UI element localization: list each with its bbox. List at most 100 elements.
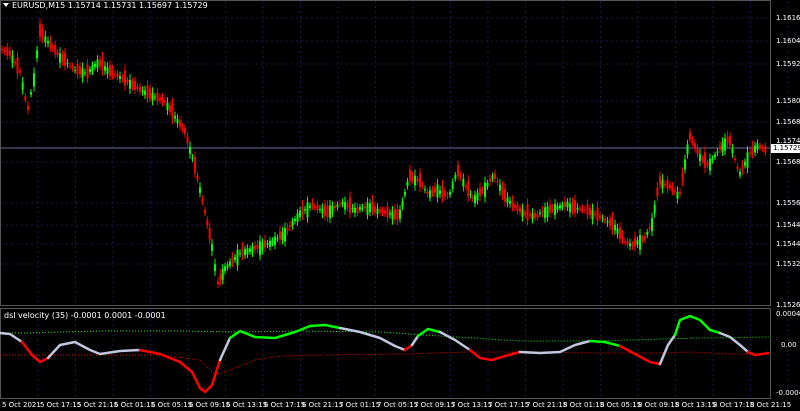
candle-body (386, 206, 389, 218)
candle-body (161, 96, 164, 103)
candle-body (76, 63, 79, 75)
time-axis-label: 6 Oct 09:15 (189, 401, 231, 409)
indicator-line-segment (658, 333, 677, 366)
time-axis-label: 7 Oct 13:15 (451, 401, 493, 409)
candle-body (684, 159, 686, 170)
candle-body (149, 88, 151, 99)
indicator-panel-frame (0, 308, 771, 399)
candle-body (434, 187, 436, 193)
candle-body (84, 72, 86, 74)
candle-body (1, 48, 3, 51)
candle-body (94, 63, 96, 68)
candle-body (621, 234, 624, 241)
candle-body (184, 128, 186, 135)
candle-body (524, 212, 526, 215)
candle-body (409, 169, 411, 182)
candle-body (56, 52, 59, 55)
candle-body (329, 205, 331, 218)
candle-body (47, 40, 49, 44)
time-axis-label: 7 Oct 21:15 (526, 401, 568, 409)
candle-body (591, 209, 594, 220)
candle-body (606, 221, 609, 224)
candle-body (609, 218, 611, 227)
candle-body (496, 181, 499, 183)
candle-body (561, 204, 564, 208)
candle-body (314, 205, 316, 208)
candle-body (661, 180, 664, 189)
candle-body (326, 205, 329, 218)
candle-body (519, 207, 521, 213)
candle-body (181, 125, 184, 130)
candle-body (179, 120, 181, 127)
indicator-name: dsl velocity (35) (4, 311, 69, 320)
candle-body (506, 197, 509, 203)
candle-body (319, 209, 321, 211)
candle-body (614, 224, 616, 231)
candle-body (599, 215, 601, 218)
candle-body (86, 64, 89, 79)
candle-body (341, 201, 344, 205)
candle-body (664, 183, 666, 185)
indicator-line-segment (403, 343, 414, 352)
candle-body (264, 240, 266, 248)
candle-body (269, 240, 271, 247)
candle-body (49, 39, 52, 48)
candle-body (164, 100, 166, 103)
time-axis-label: 7 Oct 09:15 (414, 401, 456, 409)
candle-body (139, 86, 141, 92)
candle-body (169, 105, 171, 112)
indicator-line-segment (618, 344, 662, 366)
candle-body (556, 205, 559, 210)
ohlc-open: 1.15714 (67, 1, 101, 10)
candle-body (116, 73, 119, 78)
price-chart[interactable] (0, 0, 800, 411)
candle-body (121, 77, 124, 79)
chevron-down-icon[interactable] (3, 3, 9, 7)
candle-body (276, 237, 279, 239)
indicator-line-segment (588, 339, 622, 348)
candle-body (554, 203, 556, 216)
candle-body (354, 207, 356, 213)
price-axis-label: 1.15805 (776, 97, 800, 105)
candle-body (33, 73, 35, 87)
candle-body (274, 236, 276, 246)
candle-body (44, 36, 47, 43)
candle-body (531, 213, 534, 219)
time-axis-label: 6 Oct 17:15 (264, 401, 306, 409)
candle-body (739, 171, 741, 176)
candle-body (594, 213, 596, 215)
candle-body (631, 244, 634, 247)
candle-body (311, 202, 314, 206)
indicator-value-2: 0.0001 (104, 311, 133, 320)
indicator-value-3: -0.0001 (134, 311, 166, 320)
candle-body (711, 158, 714, 161)
candle-body (536, 214, 539, 218)
candle-body (324, 204, 326, 216)
candle-body (256, 244, 259, 249)
candle-body (709, 158, 711, 171)
candle-body (761, 147, 764, 149)
candle-body (131, 81, 134, 87)
candle-body (586, 204, 589, 216)
candle-body (254, 245, 256, 250)
candle-body (449, 192, 451, 195)
candle-body (154, 96, 156, 98)
candle-body (704, 152, 706, 168)
indicator-axis-label: 0.0004 (776, 310, 800, 318)
candle-body (589, 207, 591, 215)
candle-body (549, 204, 551, 213)
candle-body (226, 264, 229, 268)
ohlc-high: 1.15731 (103, 1, 137, 10)
candle-body (651, 218, 653, 232)
candle-body (634, 237, 636, 247)
candle-body (581, 207, 584, 211)
candle-body (624, 241, 626, 243)
time-axis-label: 7 Oct 01:15 (339, 401, 381, 409)
candle-body (279, 231, 281, 240)
candle-body (371, 200, 374, 210)
candle-body (281, 231, 284, 241)
candle-body (611, 217, 614, 230)
candle-body (246, 248, 249, 255)
indicator-axis-label: -0.0004 (776, 389, 800, 397)
candle-body (74, 69, 76, 71)
